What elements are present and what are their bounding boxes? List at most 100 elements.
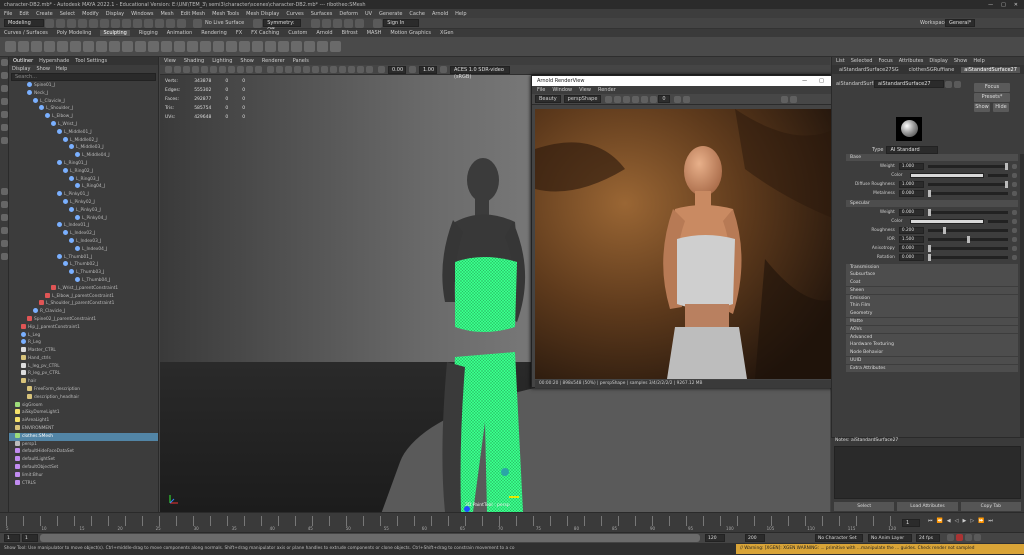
material-swatch[interactable] xyxy=(896,117,922,141)
outliner-item[interactable]: Neck_J xyxy=(9,89,158,98)
view-transform-dropdown[interactable]: ACES 1.0 SDR-video (sRGB) xyxy=(450,65,510,80)
menu-edit[interactable]: Edit xyxy=(19,11,29,17)
shelf-tab-fx-caching[interactable]: FX Caching xyxy=(251,30,279,36)
param-value-field[interactable]: 1.000 xyxy=(898,162,924,170)
ipr-render-icon[interactable] xyxy=(322,18,332,28)
refresh-render-icon[interactable] xyxy=(605,95,613,103)
outliner-item[interactable]: FreeForm_description xyxy=(9,386,158,394)
section-advanced[interactable]: Advanced xyxy=(846,333,1018,341)
outliner-item[interactable]: L_Pinky03_J xyxy=(9,206,158,215)
flatten-brush-icon[interactable] xyxy=(70,41,81,52)
ae-menu-display[interactable]: Display xyxy=(929,58,947,64)
outliner-item[interactable]: defaultObjectSet xyxy=(9,464,158,472)
play-forward-icon[interactable]: ▶ xyxy=(962,518,966,524)
amplify-brush-icon[interactable] xyxy=(213,41,224,52)
outliner-item[interactable]: L_Pinky04_J xyxy=(9,214,158,223)
section-matte[interactable]: Matte xyxy=(846,318,1018,326)
shelf-tab-sculpting[interactable]: Sculpting xyxy=(100,30,130,36)
gamma-field[interactable]: 1.00 xyxy=(419,65,437,74)
layout-hypershade-icon[interactable] xyxy=(1,253,8,260)
viewport-menu-view[interactable]: View xyxy=(164,58,176,64)
viewport-menu-renderer[interactable]: Renderer xyxy=(262,58,285,64)
shelf-tab-rendering[interactable]: Rendering xyxy=(201,30,227,36)
rv-maximize-button[interactable]: □ xyxy=(819,78,824,84)
menu-generate[interactable]: Generate xyxy=(379,11,402,17)
outliner-item[interactable]: L_Index04_J xyxy=(9,245,158,254)
node-name-field[interactable]: aiStandardSurface27 xyxy=(874,80,944,88)
ae-tab[interactable]: clothesSGRuffiane xyxy=(906,67,958,73)
rgb-channel-icon[interactable] xyxy=(632,95,640,103)
scale-tool-icon[interactable] xyxy=(1,124,8,131)
menuset-dropdown[interactable]: Modeling xyxy=(4,19,44,27)
section-node-behavior[interactable]: Node Behavior xyxy=(846,349,1018,357)
outliner-item[interactable]: L_Index01_J xyxy=(9,222,158,230)
outliner-item[interactable]: L_Middle03_J xyxy=(9,144,158,152)
audio-icon[interactable] xyxy=(974,534,981,541)
character-model[interactable] xyxy=(425,152,545,512)
shelf-tab-bifrost[interactable]: Bifrost xyxy=(342,30,358,36)
outliner-item[interactable]: L_Ring03_J xyxy=(9,175,158,184)
ae-menu-selected[interactable]: Selected xyxy=(851,58,873,64)
shelf-tab-animation[interactable]: Animation xyxy=(167,30,193,36)
select-object-icon[interactable] xyxy=(111,18,120,28)
rendered-image[interactable] xyxy=(535,109,835,379)
freeze-brush-icon[interactable] xyxy=(226,41,237,52)
exposure-icon-rv[interactable] xyxy=(650,95,658,103)
outliner-item[interactable]: L_Ring04_J xyxy=(9,183,158,191)
render-frame-icon[interactable] xyxy=(311,18,321,28)
new-scene-icon[interactable] xyxy=(45,18,54,28)
select-tool-icon[interactable] xyxy=(1,59,8,66)
section-extra-attributes[interactable]: Extra Attributes xyxy=(846,364,1018,372)
relax-brush-icon[interactable] xyxy=(31,41,42,52)
map-button-icon[interactable] xyxy=(1012,254,1017,260)
outliner-item[interactable]: L_Clavicle_J xyxy=(9,97,158,106)
current-frame-field[interactable]: 1 xyxy=(902,519,920,527)
shelf-tab-mash[interactable]: MASH xyxy=(367,30,382,36)
lights-icon[interactable] xyxy=(303,66,310,73)
param-value-field[interactable]: 0.000 xyxy=(898,208,924,216)
attribute-scrollbar[interactable] xyxy=(1020,154,1024,474)
shelf-tab-poly-modeling[interactable]: Poly Modeling xyxy=(57,30,92,36)
outliner-tab-hypershade[interactable]: Hypershade xyxy=(39,58,69,64)
snap-point-icon[interactable] xyxy=(155,18,164,28)
outliner-item[interactable]: L_Shoulder_J xyxy=(9,105,158,113)
camera-dropdown[interactable]: perspShape xyxy=(563,95,602,103)
paint-select-icon[interactable] xyxy=(1,85,8,92)
rv-minimize-button[interactable]: — xyxy=(802,78,807,84)
symmetry-dropdown[interactable]: Symmetry: Off xyxy=(263,19,302,33)
ae-tab[interactable]: aiStandardSurface27SG xyxy=(836,67,902,73)
compare-icon[interactable] xyxy=(682,95,690,103)
section-coat[interactable]: Coat xyxy=(846,279,1018,287)
rv-menu-file[interactable]: File xyxy=(537,87,545,93)
safe-title-icon[interactable] xyxy=(255,66,262,73)
go-to-output-icon[interactable] xyxy=(954,80,961,88)
ae-menu-list[interactable]: List xyxy=(836,58,845,64)
outliner-item[interactable]: L_Index02_J xyxy=(9,230,158,238)
outliner-search-input[interactable]: Search... xyxy=(11,73,156,81)
erase-mask-brush-icon[interactable] xyxy=(278,41,289,52)
outliner-tab-outliner[interactable]: Outliner xyxy=(13,58,33,64)
stamp-brush-icon[interactable] xyxy=(304,41,315,52)
ambient-occlusion-icon[interactable] xyxy=(321,66,328,73)
user-icon[interactable] xyxy=(373,18,383,28)
exposure-icon[interactable] xyxy=(378,66,385,73)
workspace-dropdown[interactable]: General* xyxy=(945,19,975,27)
gamma-icon[interactable] xyxy=(409,66,416,73)
anim-layer-dropdown[interactable]: No Anim Layer xyxy=(868,534,912,542)
section-emission[interactable]: Emission xyxy=(846,294,1018,302)
rv-menu-view[interactable]: View xyxy=(579,87,591,93)
rv-menu-render[interactable]: Render xyxy=(598,87,616,93)
outliner-item[interactable]: Spine01_J xyxy=(9,82,158,90)
antialias-icon[interactable] xyxy=(330,66,337,73)
outliner-item[interactable]: L_Wrist_J xyxy=(9,120,158,129)
section-specular[interactable]: Specular xyxy=(846,199,1018,207)
end-time-field[interactable]: 200 xyxy=(745,534,765,542)
outliner-item[interactable]: Hand_ctrls xyxy=(9,354,158,363)
notes-textarea[interactable] xyxy=(834,446,1021,499)
focus-button[interactable]: Focus xyxy=(974,83,1010,92)
outliner-item[interactable]: Hip_J_parentConstraint1 xyxy=(9,323,158,332)
param-value-field[interactable]: 0.000 xyxy=(898,253,924,261)
menu-edit-mesh[interactable]: Edit Mesh xyxy=(181,11,205,17)
shelf-tab-rigging[interactable]: Rigging xyxy=(139,30,158,36)
menu-file[interactable]: File xyxy=(4,11,12,17)
